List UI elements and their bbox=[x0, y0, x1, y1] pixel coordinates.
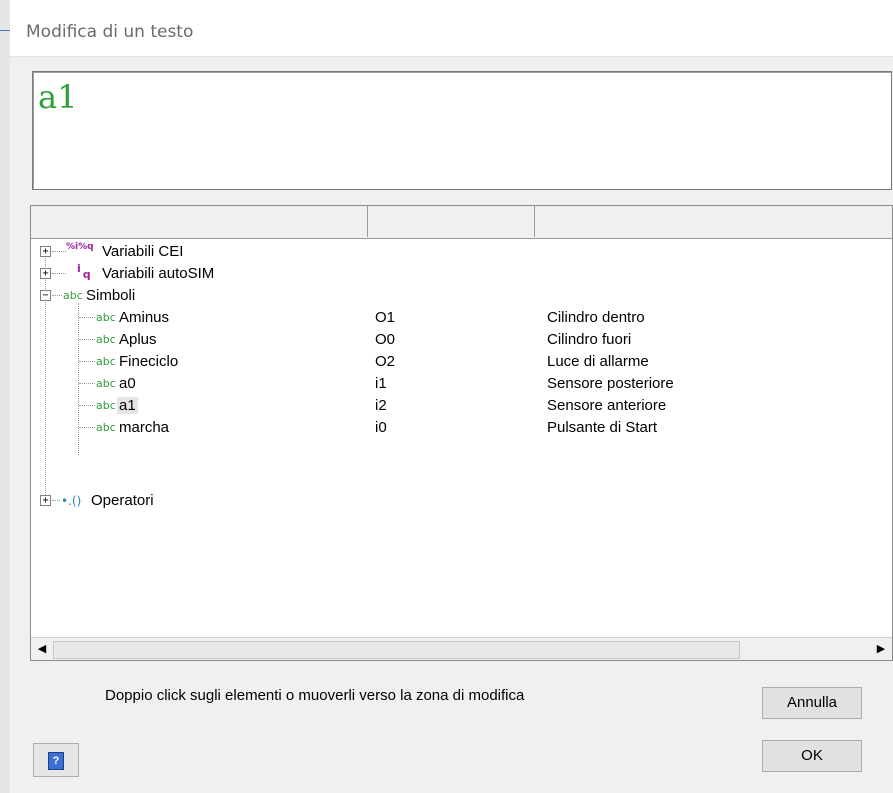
symbol-address: i1 bbox=[375, 375, 387, 392]
abc-symbol-icon: abc bbox=[96, 355, 116, 368]
horizontal-scrollbar[interactable]: ◀ ▶ bbox=[31, 637, 892, 660]
expand-icon[interactable]: + bbox=[40, 246, 51, 257]
symbol-comment: Pulsante di Start bbox=[547, 419, 658, 436]
tree-connector bbox=[52, 273, 66, 274]
symbol-name: a0 bbox=[119, 375, 136, 392]
percent-iq-variables-icon: %i%q bbox=[66, 242, 94, 252]
tree-node-label: Variabili autoSIM bbox=[102, 265, 215, 282]
symbol-comment: Cilindro dentro bbox=[547, 309, 645, 326]
symbol-address: O2 bbox=[375, 353, 396, 370]
symbol-address: i0 bbox=[375, 419, 387, 436]
tree-node-label: Operatori bbox=[91, 492, 154, 509]
tree-node-variabili-cei[interactable]: + %i%q Variabili CEI bbox=[31, 241, 892, 263]
tree-connector bbox=[79, 427, 95, 428]
column-header-row bbox=[31, 206, 892, 239]
symbol-name: Fineciclo bbox=[119, 353, 179, 370]
symbol-comment: Sensore posteriore bbox=[547, 375, 674, 392]
q-glyph: q bbox=[82, 268, 91, 281]
scroll-right-arrow-icon[interactable]: ▶ bbox=[872, 640, 890, 658]
scroll-left-arrow-icon[interactable]: ◀ bbox=[33, 640, 51, 658]
symbol-name: marcha bbox=[119, 419, 170, 436]
abc-symbol-icon: abc bbox=[96, 311, 116, 324]
background-window-accent bbox=[0, 30, 10, 31]
text-edit-area[interactable]: a1 bbox=[32, 71, 892, 190]
symbol-address: i2 bbox=[375, 397, 387, 414]
symbol-row-a1-selected[interactable]: abc a1 i2 Sensore anteriore bbox=[31, 395, 892, 417]
tree-connector bbox=[79, 339, 95, 340]
symbol-row-aplus[interactable]: abc Aplus O0 Cilindro fuori bbox=[31, 329, 892, 351]
symbol-row-a0[interactable]: abc a0 i1 Sensore posteriore bbox=[31, 373, 892, 395]
hint-text: Doppio click sugli elementi o muoverli v… bbox=[105, 687, 525, 704]
column-header-name[interactable] bbox=[31, 206, 368, 237]
help-book-icon: ? bbox=[48, 752, 64, 770]
tree-connector bbox=[52, 500, 60, 501]
tree-node-simboli[interactable]: − abc Simboli bbox=[31, 285, 892, 307]
abc-symbol-icon: abc bbox=[63, 289, 83, 302]
abc-symbol-icon: abc bbox=[96, 377, 116, 390]
expand-icon[interactable]: + bbox=[40, 495, 51, 506]
abc-symbol-icon: abc bbox=[96, 333, 116, 346]
symbol-row-aminus[interactable]: abc Aminus O1 Cilindro dentro bbox=[31, 307, 892, 329]
column-header-comment[interactable] bbox=[535, 206, 892, 237]
expand-icon[interactable]: + bbox=[40, 268, 51, 279]
ok-button[interactable]: OK bbox=[762, 740, 862, 772]
column-header-address[interactable] bbox=[368, 206, 535, 237]
symbol-address: O1 bbox=[375, 309, 396, 326]
tree-node-label: Simboli bbox=[86, 287, 136, 304]
i-glyph: i bbox=[77, 262, 81, 275]
tree-connector bbox=[79, 383, 95, 384]
operators-icon: •.() bbox=[61, 494, 82, 508]
symbol-comment: Cilindro fuori bbox=[547, 331, 632, 348]
edit-text-value: a1 bbox=[38, 78, 78, 116]
symbol-name: Aminus bbox=[119, 309, 170, 326]
iq-variables-icon: iq bbox=[77, 262, 91, 281]
edit-text-dialog: Modifica di un testo a1 + %i%q Variabili… bbox=[10, 0, 893, 793]
scrollbar-thumb[interactable] bbox=[53, 641, 740, 659]
symbol-name: a1 bbox=[117, 397, 138, 414]
symbol-row-marcha[interactable]: abc marcha i0 Pulsante di Start bbox=[31, 417, 892, 439]
help-button[interactable]: ? bbox=[33, 743, 79, 777]
symbol-comment: Sensore anteriore bbox=[547, 397, 667, 414]
cancel-button[interactable]: Annulla bbox=[762, 687, 862, 719]
tree-node-operatori[interactable]: + •.() Operatori bbox=[31, 490, 892, 512]
symbol-tree-list[interactable]: + %i%q Variabili CEI + iq Variabili auto… bbox=[30, 205, 893, 661]
tree-view[interactable]: + %i%q Variabili CEI + iq Variabili auto… bbox=[31, 239, 892, 637]
window-title: Modifica di un testo bbox=[26, 22, 194, 42]
tree-connector bbox=[79, 317, 95, 318]
tree-connector bbox=[52, 295, 62, 296]
title-bar[interactable]: Modifica di un testo bbox=[10, 0, 893, 57]
symbol-comment: Luce di allarme bbox=[547, 353, 649, 370]
symbol-row-fineciclo[interactable]: abc Fineciclo O2 Luce di allarme bbox=[31, 351, 892, 373]
symbol-name: Aplus bbox=[119, 331, 157, 348]
tree-connector bbox=[79, 361, 95, 362]
abc-symbol-icon: abc bbox=[96, 421, 116, 434]
collapse-icon[interactable]: − bbox=[40, 290, 51, 301]
tree-connector bbox=[52, 251, 66, 252]
tree-node-variabili-autosim[interactable]: + iq Variabili autoSIM bbox=[31, 262, 892, 285]
abc-symbol-icon: abc bbox=[96, 399, 116, 412]
symbol-address: O0 bbox=[375, 331, 396, 348]
tree-node-label: Variabili CEI bbox=[102, 243, 184, 260]
tree-connector bbox=[79, 405, 95, 406]
